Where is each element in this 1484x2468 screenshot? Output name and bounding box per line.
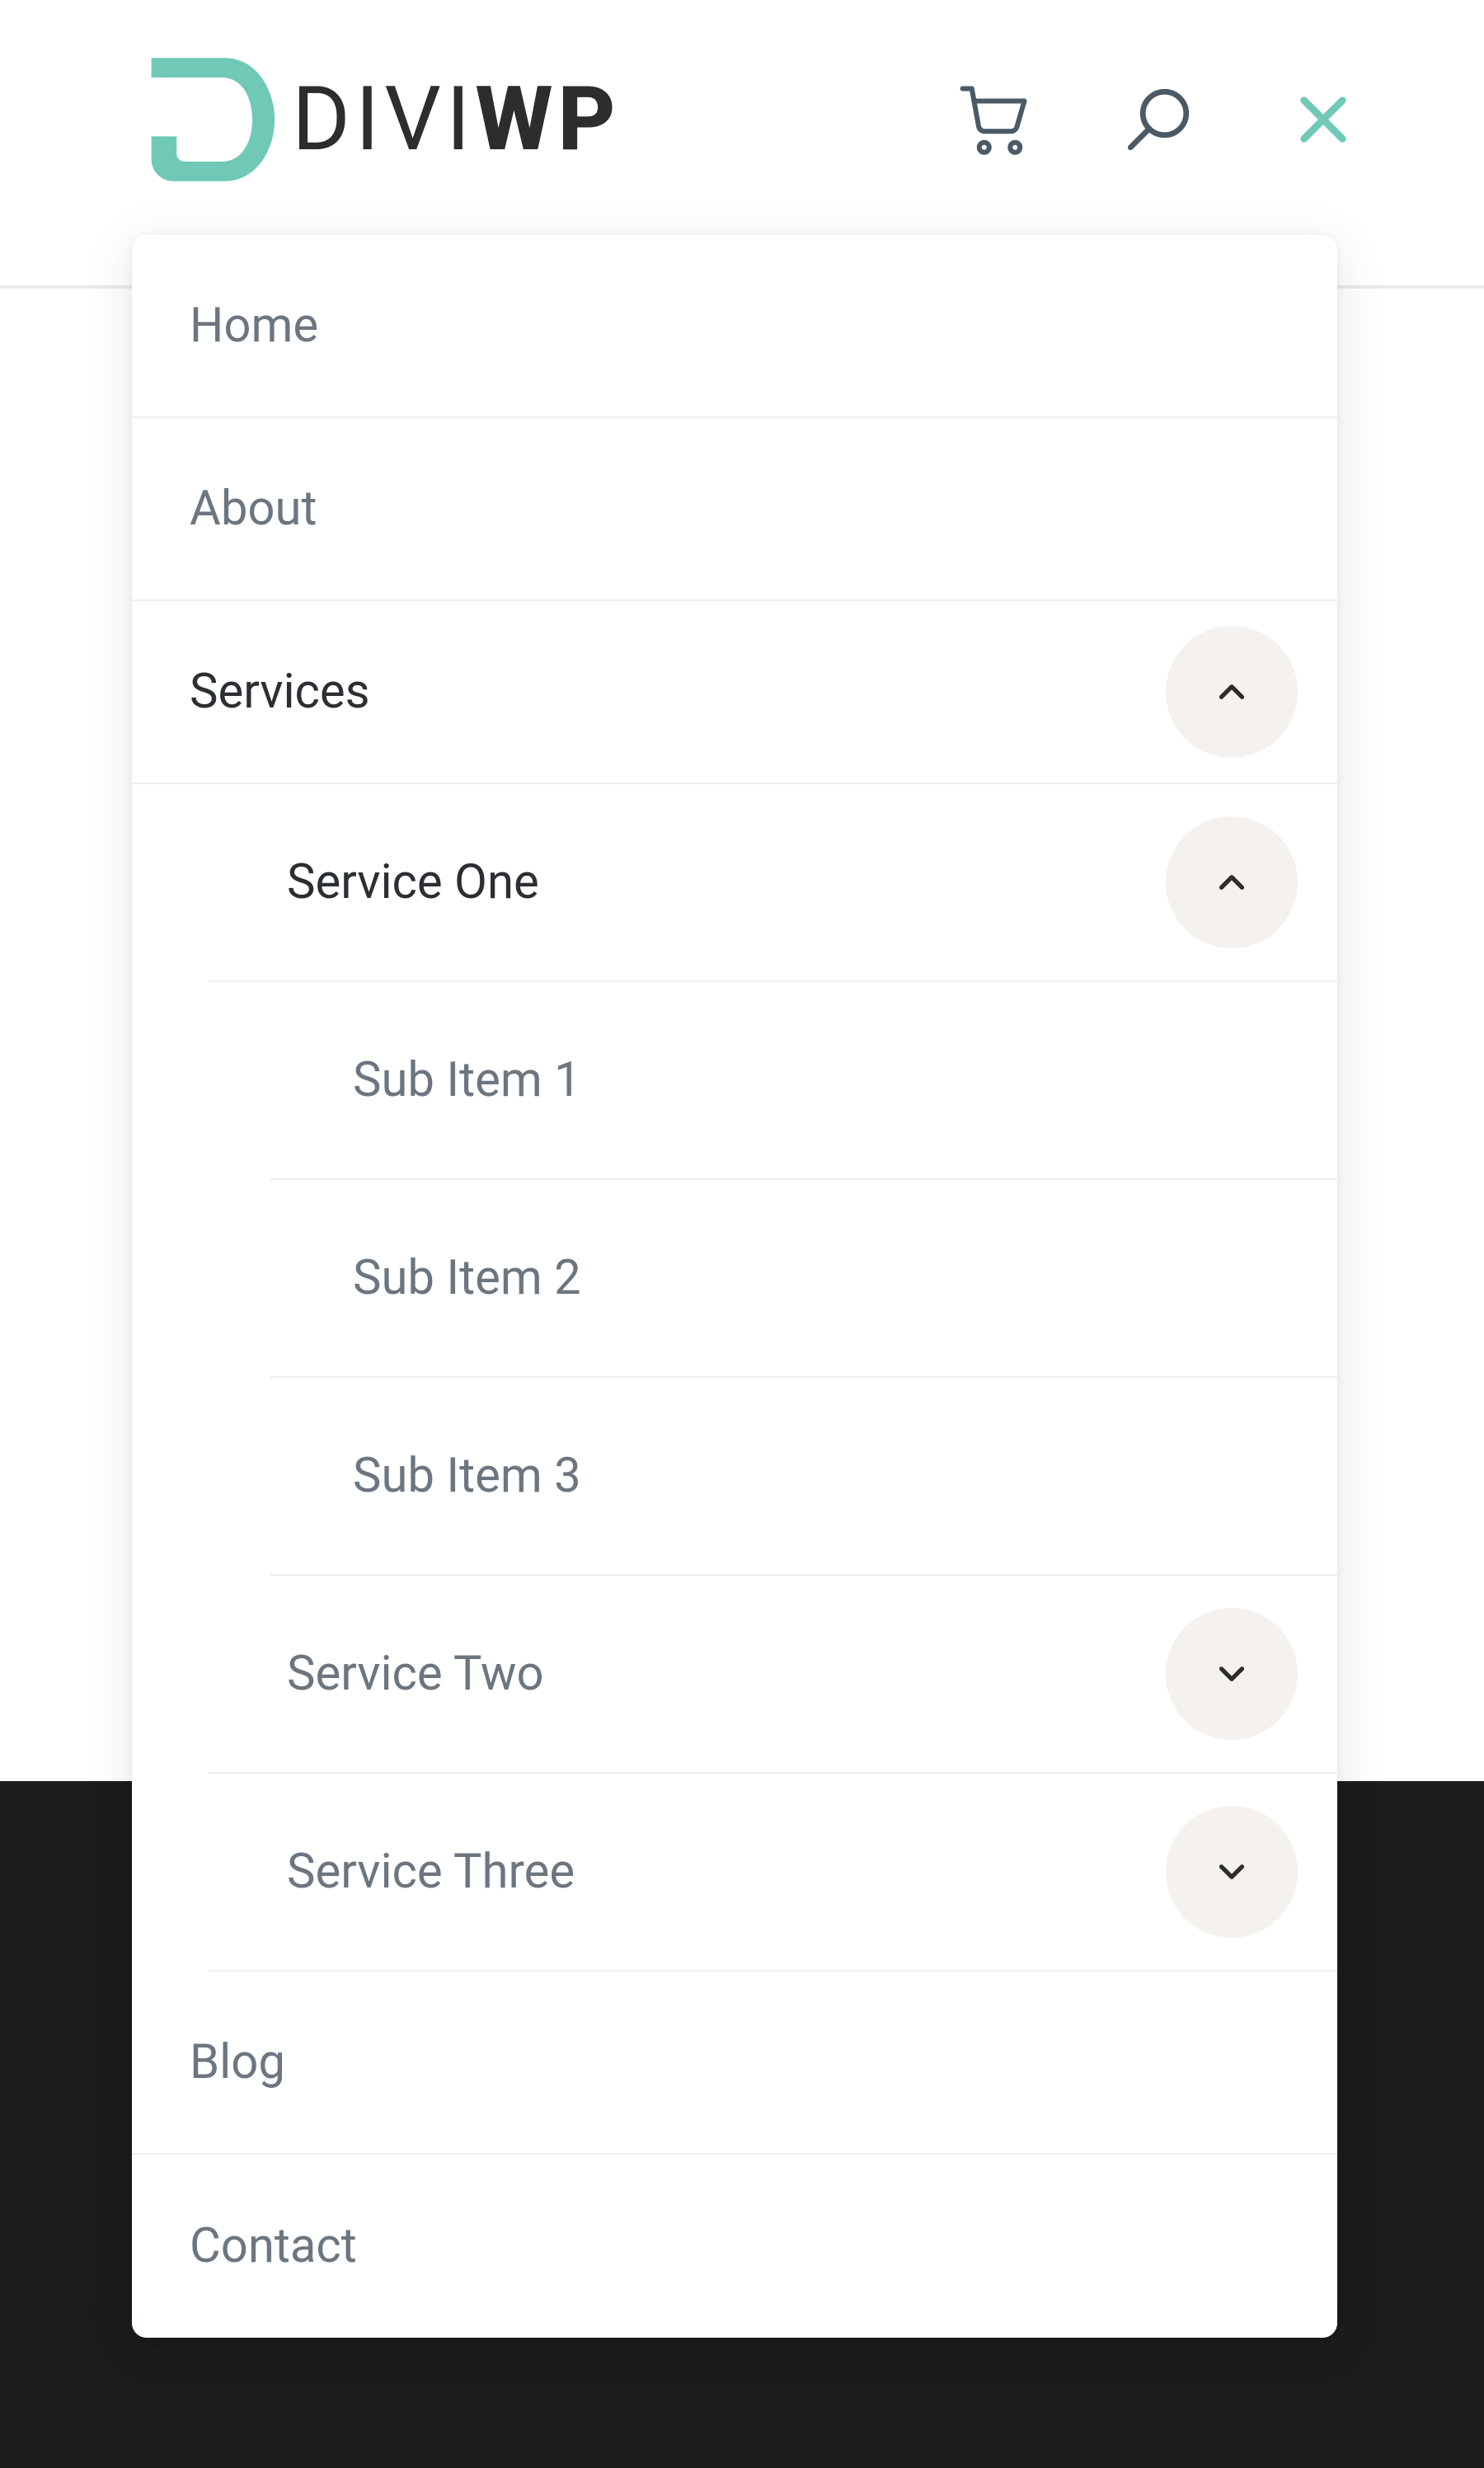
search-icon[interactable] — [1121, 82, 1195, 157]
brand-mark-icon — [132, 49, 289, 190]
chevron-up-icon[interactable] — [1166, 626, 1298, 758]
menu-item-service-one[interactable]: Service One — [208, 784, 1337, 982]
menu-label-home: Home — [190, 298, 318, 354]
menu-item-sub-1[interactable]: Sub Item 1 — [270, 982, 1337, 1180]
menu-item-service-three[interactable]: Service Three — [208, 1774, 1337, 1972]
menu-label-sub-3: Sub Item 3 — [353, 1448, 581, 1504]
cart-icon[interactable] — [956, 82, 1031, 157]
menu-item-blog[interactable]: Blog — [132, 1972, 1337, 2155]
menu-label-blog: Blog — [190, 2034, 285, 2090]
site-header: DIVIWP — [0, 0, 1484, 223]
mobile-menu-panel: Home About Services Service One Sub Item… — [132, 235, 1337, 2338]
menu-label-service-one: Service One — [287, 854, 539, 910]
brand-text-bold: WP — [475, 68, 620, 172]
subsub-service-one: Sub Item 1 Sub Item 2 Sub Item 3 — [208, 982, 1337, 1576]
menu-label-service-three: Service Three — [287, 1844, 575, 1900]
menu-label-service-two: Service Two — [287, 1646, 544, 1702]
close-icon[interactable] — [1286, 82, 1360, 157]
menu-item-sub-2[interactable]: Sub Item 2 — [270, 1180, 1337, 1378]
chevron-down-icon[interactable] — [1166, 1806, 1298, 1938]
brand-text: DIVIWP — [292, 75, 621, 164]
menu-label-sub-1: Sub Item 1 — [353, 1052, 581, 1108]
menu-item-service-two[interactable]: Service Two — [208, 1576, 1337, 1774]
menu-item-services[interactable]: Services — [132, 601, 1337, 784]
submenu-services: Service One Sub Item 1 Sub Item 2 Sub It… — [132, 784, 1337, 1972]
menu-label-services: Services — [190, 664, 370, 720]
brand-logo[interactable]: DIVIWP — [132, 49, 621, 190]
chevron-up-icon[interactable] — [1166, 816, 1298, 948]
menu-label-sub-2: Sub Item 2 — [353, 1250, 581, 1306]
menu-item-sub-3[interactable]: Sub Item 3 — [270, 1378, 1337, 1576]
menu-item-home[interactable]: Home — [132, 235, 1337, 418]
header-actions — [956, 82, 1360, 157]
menu-label-about: About — [190, 481, 317, 537]
menu-item-about[interactable]: About — [132, 418, 1337, 601]
chevron-down-icon[interactable] — [1166, 1608, 1298, 1740]
brand-text-plain: DIVI — [292, 68, 475, 172]
menu-item-contact[interactable]: Contact — [132, 2155, 1337, 2338]
menu-label-contact: Contact — [190, 2218, 357, 2274]
